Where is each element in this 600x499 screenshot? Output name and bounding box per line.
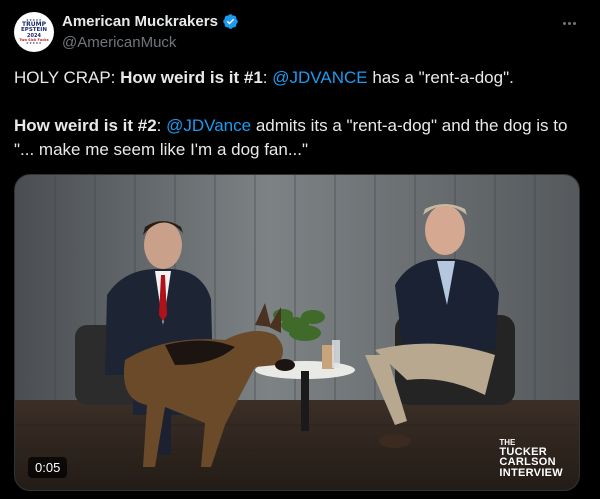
video-frame bbox=[15, 175, 579, 490]
verified-badge-icon bbox=[223, 14, 238, 29]
tweet: ★★★★★ TRUMP EPSTEIN 2024 Two Sick Fucks … bbox=[0, 0, 600, 499]
post-bold-2: How weird is it #2 bbox=[14, 116, 157, 135]
avatar-stars-bottom: ★★★★★ bbox=[26, 41, 42, 45]
post-bold-1: How weird is it #1 bbox=[120, 68, 263, 87]
video-player[interactable]: 0:05 THE TUCKER CARLSON INTERVIEW bbox=[14, 174, 580, 491]
author-display-name[interactable]: American Muckrakers bbox=[62, 13, 218, 30]
mention-link-2[interactable]: @JDVance bbox=[166, 116, 251, 135]
post-text-line-2: How weird is it #2: @JDVance admits its … bbox=[14, 114, 574, 162]
post-text-line-1: HOLY CRAP: How weird is it #1: @JDVANCE … bbox=[14, 66, 574, 90]
video-duration: 0:05 bbox=[28, 457, 68, 478]
watermark-line-2: CARLSON bbox=[499, 456, 556, 469]
post-rest-1: has a "rent-a-dog". bbox=[367, 68, 514, 87]
tucker-carlson-logo: THE TUCKER CARLSON INTERVIEW bbox=[499, 439, 563, 479]
post-sep-2: : bbox=[156, 116, 167, 135]
author-name-row: American Muckrakers bbox=[62, 13, 239, 30]
author-handle[interactable]: @AmericanMuck bbox=[62, 34, 176, 51]
watermark-line-3: INTERVIEW bbox=[499, 466, 563, 479]
avatar[interactable]: ★★★★★ TRUMP EPSTEIN 2024 Two Sick Fucks … bbox=[14, 12, 54, 52]
mention-link-1[interactable]: @JDVANCE bbox=[272, 68, 367, 87]
more-options-icon[interactable] bbox=[558, 12, 580, 34]
post-sep-1: : bbox=[262, 68, 273, 87]
post-lead: HOLY CRAP: bbox=[14, 68, 121, 87]
